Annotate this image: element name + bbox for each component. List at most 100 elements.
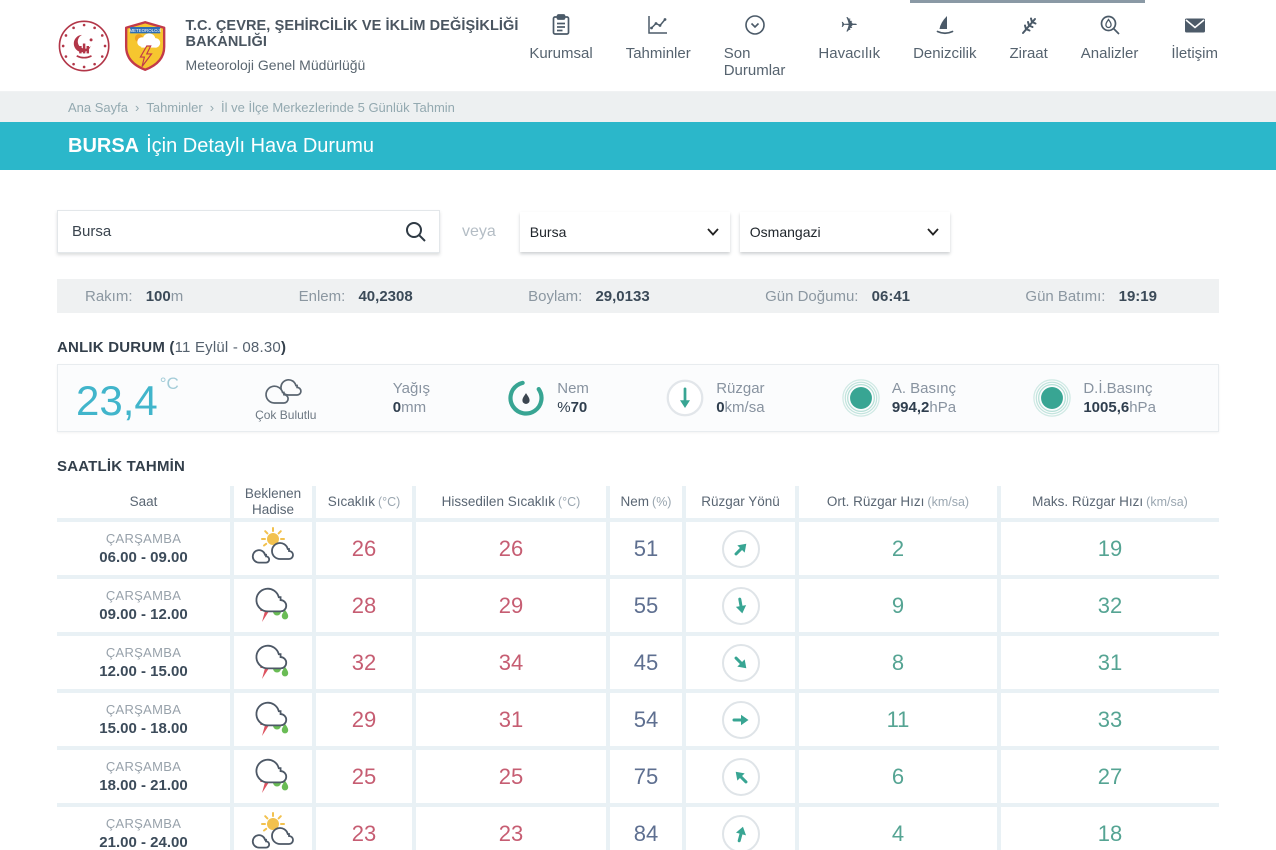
table-cell-wind-direction	[686, 693, 795, 746]
table-cell-wind-max: 19	[1001, 522, 1219, 575]
pressure-icon	[1032, 378, 1072, 418]
time-range-label: 15.00 - 18.00	[99, 720, 187, 737]
table-cell-weather	[234, 807, 312, 850]
search-input[interactable]	[72, 223, 405, 240]
table-cell-wind-max: 33	[1001, 693, 1219, 746]
plane-icon: ✈	[840, 12, 858, 36]
table-cell-wind-avg: 9	[799, 579, 997, 632]
page-title-banner: BURSA İçin Detaylı Hava Durumu	[0, 122, 1276, 170]
humidity-icon	[506, 378, 546, 418]
weather-icon	[247, 753, 299, 800]
nav-item-denizcilik[interactable]: Denizcilik	[913, 12, 976, 79]
table-cell-time: ÇARŞAMBA 12.00 - 15.00	[57, 636, 230, 689]
table-cell-feels-like: 31	[416, 693, 606, 746]
table-cell-weather	[234, 693, 312, 746]
nav-item-analizler[interactable]: Analizler	[1081, 12, 1139, 79]
precipitation-metric: Yağış 0mm	[393, 380, 430, 416]
current-conditions-panel: 23,4°C Çok Bulutlu Yağış 0mm Nem	[57, 364, 1219, 432]
table-cell-time: ÇARŞAMBA 15.00 - 18.00	[57, 693, 230, 746]
day-label: ÇARŞAMBA	[106, 645, 181, 660]
column-header: Maks. Rüzgar Hızı(km/sa)	[1001, 486, 1219, 518]
province-select[interactable]: Bursa	[520, 212, 730, 252]
nav-item-son-durumlar[interactable]: Son Durumlar	[724, 12, 786, 79]
wind-direction-icon	[722, 644, 760, 682]
thunderstorm-icon	[247, 753, 299, 795]
column-header: Sıcaklık(°C)	[316, 486, 412, 518]
table-cell-wind-max: 32	[1001, 579, 1219, 632]
wind-direction-icon	[722, 530, 760, 568]
wind-direction-icon	[722, 758, 760, 796]
nav-item-kurumsal[interactable]: Kurumsal	[529, 12, 592, 79]
breadcrumb-current[interactable]: İl ve İlçe Merkezlerinde 5 Günlük Tahmin	[221, 100, 455, 115]
table-cell-temperature: 23	[316, 807, 412, 850]
wind-icon	[665, 378, 705, 418]
page: { "header": { "ministry_title": "T.C. ÇE…	[0, 0, 1276, 850]
nav-label: İletişim	[1171, 45, 1218, 62]
column-header: Saat	[57, 486, 230, 518]
district-select[interactable]: Osmangazi	[740, 212, 950, 252]
weather-icon	[247, 582, 299, 629]
table-cell-weather	[234, 579, 312, 632]
search-button[interactable]	[405, 221, 427, 243]
breadcrumb-separator: ›	[210, 100, 214, 115]
table-cell-wind-avg: 4	[799, 807, 997, 850]
table-cell-temperature: 26	[316, 522, 412, 575]
table-cell-wind-max: 18	[1001, 807, 1219, 850]
main-content: veya Bursa Osmangazi Rakım: 100m Enlem: …	[0, 210, 1276, 850]
table-cell-wind-direction	[686, 579, 795, 632]
mail-icon	[1183, 12, 1207, 36]
table-cell-humidity: 51	[610, 522, 682, 575]
column-header: Nem(%)	[610, 486, 682, 518]
table-cell-time: ÇARŞAMBA 09.00 - 12.00	[57, 579, 230, 632]
chevron-down-icon	[707, 228, 719, 236]
table-cell-wind-direction	[686, 750, 795, 803]
breadcrumb-tahminler[interactable]: Tahminler	[146, 100, 202, 115]
table-cell-temperature: 28	[316, 579, 412, 632]
hourly-section-title: SAATLİK TAHMİN	[57, 458, 1219, 475]
table-cell-time: ÇARŞAMBA 18.00 - 21.00	[57, 750, 230, 803]
ministry-title: T.C. ÇEVRE, ŞEHİRCİLİK VE İKLİM DEĞİŞİKL…	[186, 18, 530, 50]
condition-label: Çok Bulutlu	[255, 408, 316, 422]
breadcrumb: Ana Sayfa › Tahminler › İl ve İlçe Merke…	[0, 92, 1276, 122]
nav-label: Ziraat	[1009, 45, 1047, 62]
nav-item-iletisim[interactable]: İletişim	[1171, 12, 1218, 79]
table-cell-wind-direction	[686, 807, 795, 850]
brand-titles: T.C. ÇEVRE, ŞEHİRCİLİK VE İKLİM DEĞİŞİKL…	[186, 18, 530, 73]
thunderstorm-icon	[247, 639, 299, 681]
org-title: Meteoroloji Genel Müdürlüğü	[186, 57, 530, 73]
table-cell-wind-avg: 11	[799, 693, 997, 746]
location-info-bar: Rakım: 100m Enlem: 40,2308 Boylam: 29,01…	[57, 279, 1219, 313]
nav-item-ziraat[interactable]: Ziraat	[1009, 12, 1047, 79]
table-cell-wind-avg: 8	[799, 636, 997, 689]
pressure-icon	[841, 378, 881, 418]
table-cell-humidity: 84	[610, 807, 682, 850]
nav-label: Denizcilik	[913, 45, 976, 62]
top-header: METEOROLOJİ T.C. ÇEVRE, ŞEHİRCİLİK VE İK…	[0, 0, 1276, 92]
column-header: Hissedilen Sıcaklık(°C)	[416, 486, 606, 518]
site-logo[interactable]: METEOROLOJİ T.C. ÇEVRE, ŞEHİRCİLİK VE İK…	[57, 13, 529, 79]
day-label: ÇARŞAMBA	[106, 702, 181, 717]
table-cell-feels-like: 29	[416, 579, 606, 632]
longitude-info: Boylam: 29,0133	[528, 288, 650, 305]
analysis-icon	[1099, 12, 1121, 36]
column-header: Ort. Rüzgar Hızı(km/sa)	[799, 486, 997, 518]
nav-item-havacilik[interactable]: ✈ Havacılık	[818, 12, 880, 79]
nav-label: Tahminler	[626, 45, 691, 62]
current-condition: Çok Bulutlu	[255, 375, 316, 422]
sailboat-icon	[934, 12, 956, 36]
table-cell-feels-like: 26	[416, 522, 606, 575]
ministry-emblem-icon	[57, 13, 111, 79]
page-title: İçin Detaylı Hava Durumu	[146, 135, 374, 158]
day-label: ÇARŞAMBA	[106, 531, 181, 546]
table-cell-time: ÇARŞAMBA 21.00 - 24.00	[57, 807, 230, 850]
nav-item-tahminler[interactable]: Tahminler	[626, 12, 691, 79]
clipboard-icon	[551, 12, 571, 36]
breadcrumb-home[interactable]: Ana Sayfa	[68, 100, 128, 115]
time-range-label: 06.00 - 09.00	[99, 549, 187, 566]
table-cell-weather	[234, 750, 312, 803]
weather-icon	[247, 639, 299, 686]
table-cell-wind-direction	[686, 636, 795, 689]
wind-metric: Rüzgar 0km/sa	[665, 378, 764, 418]
table-cell-humidity: 45	[610, 636, 682, 689]
svg-text:METEOROLOJİ: METEOROLOJİ	[130, 26, 162, 32]
